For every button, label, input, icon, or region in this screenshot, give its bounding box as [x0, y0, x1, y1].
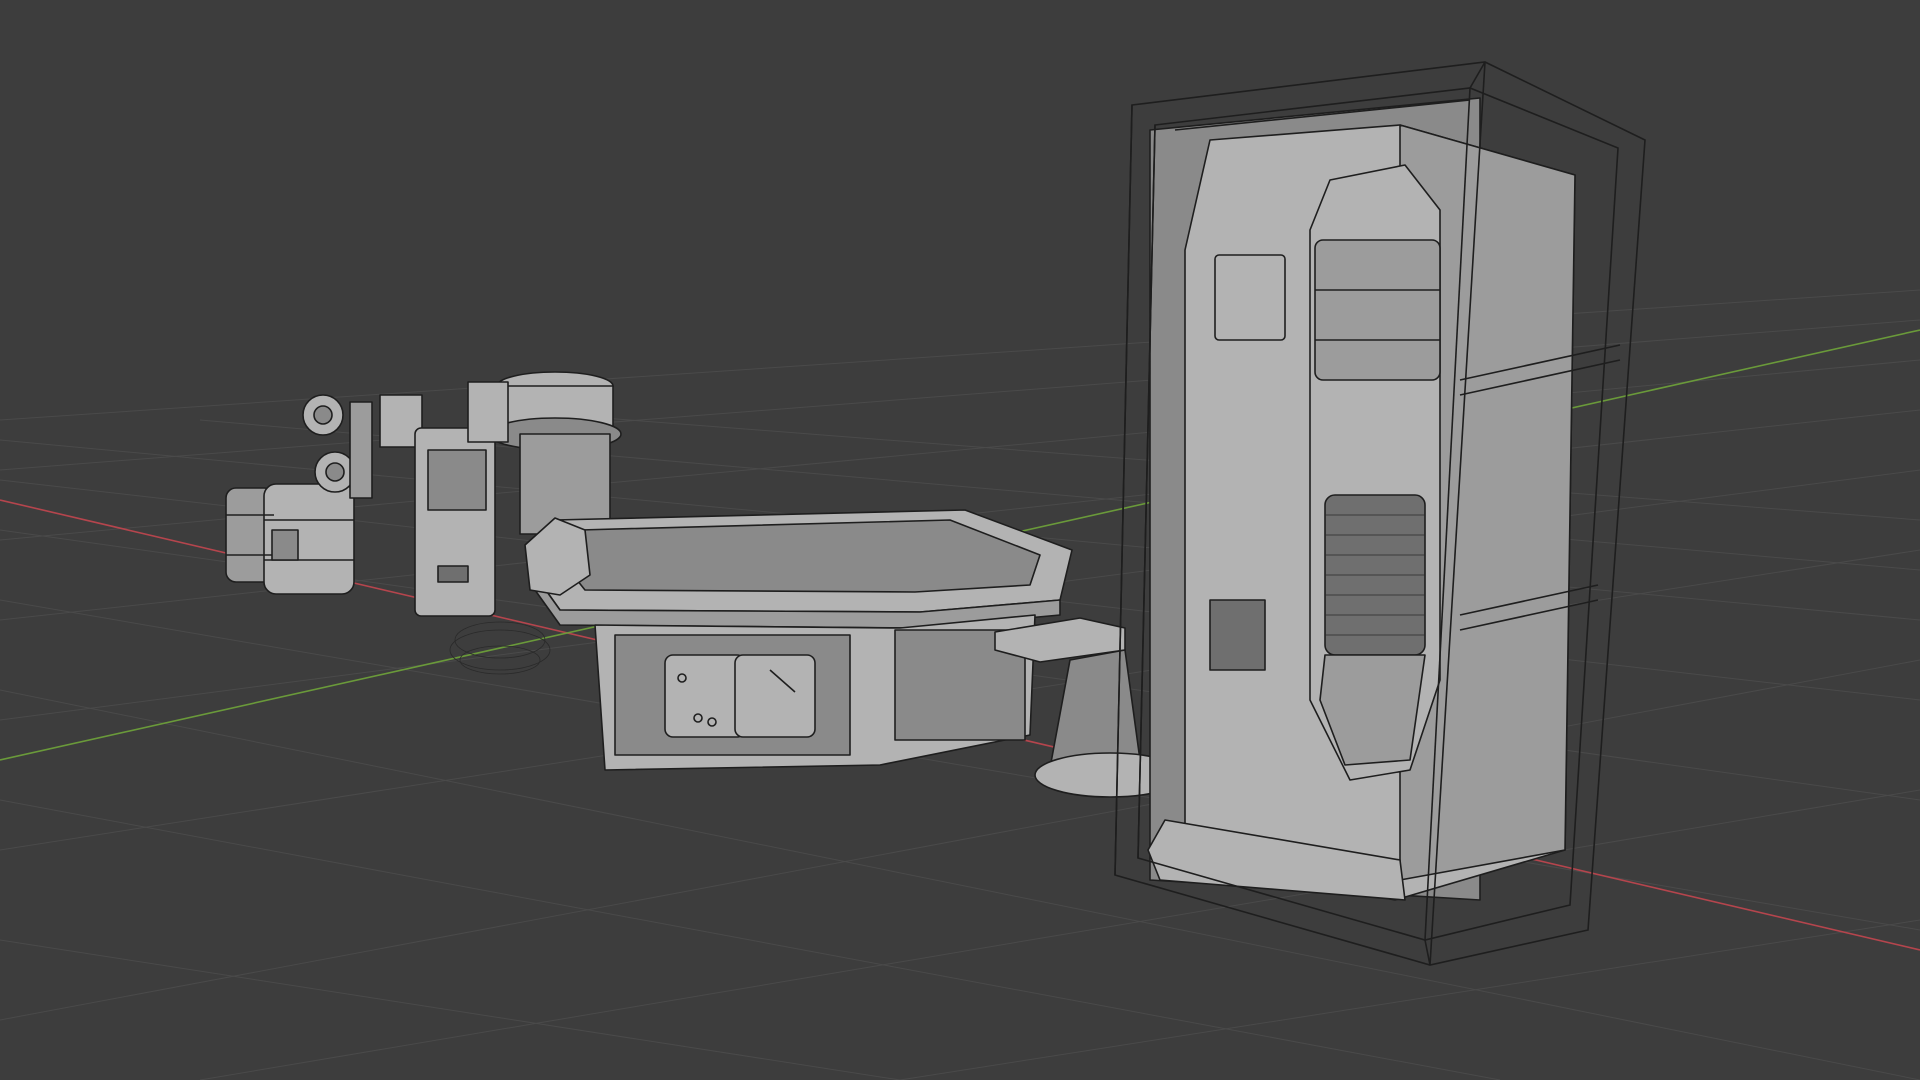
barrels-object[interactable]	[225, 483, 355, 595]
hex-console-table-object[interactable]	[524, 509, 1073, 771]
reactor-cabinet-object[interactable]	[1114, 61, 1646, 966]
3d-viewport[interactable]	[0, 0, 1920, 1080]
viewport-canvas[interactable]	[0, 0, 1920, 1080]
lamp-cluster-object[interactable]	[302, 394, 423, 499]
